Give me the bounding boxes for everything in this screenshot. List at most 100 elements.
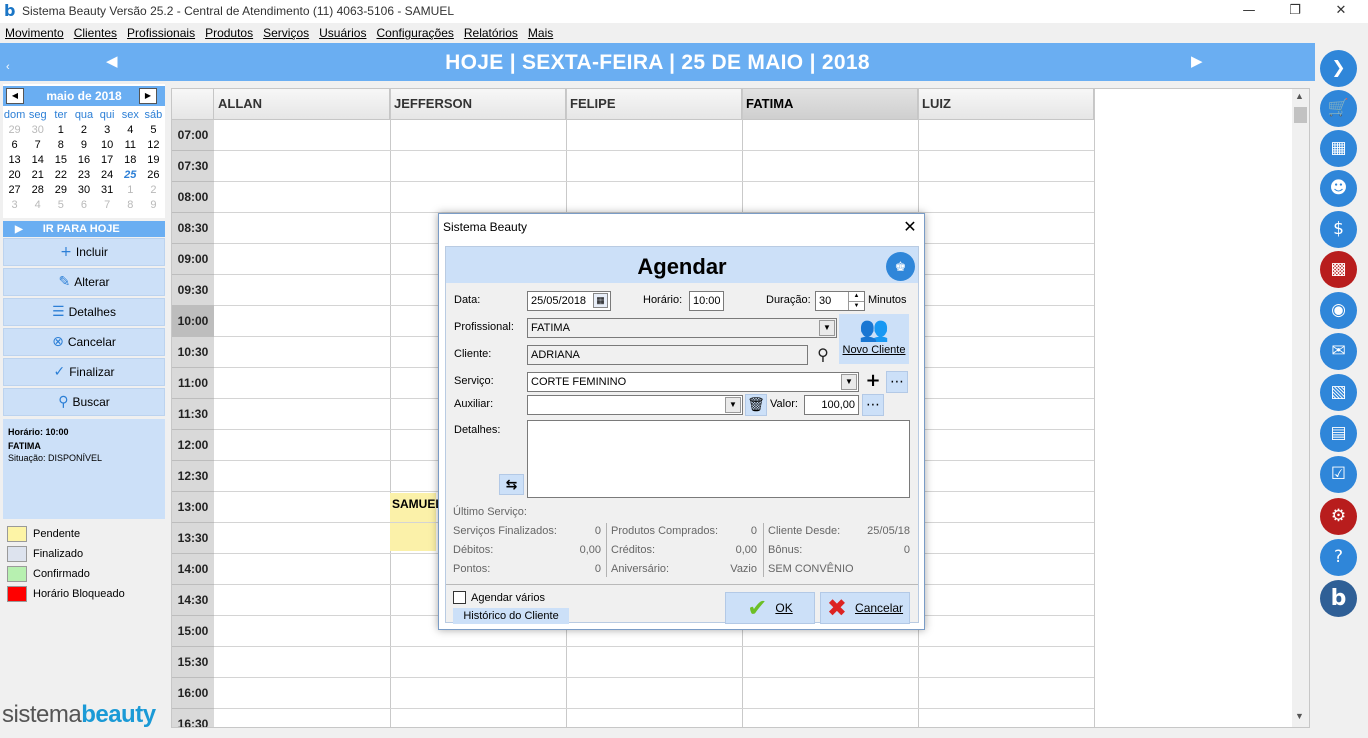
horario-field[interactable]: 10:00	[689, 291, 724, 311]
document-icon[interactable]: ▤	[1320, 415, 1357, 452]
vertical-scrollbar[interactable]: ▲ ▼	[1292, 89, 1309, 727]
arrow-right-icon[interactable]: ❯	[1320, 50, 1357, 87]
checklist-icon[interactable]: ☑	[1320, 456, 1357, 493]
calendar-day[interactable]: 30	[26, 123, 49, 138]
column-header-fatima[interactable]: FATIMA	[742, 89, 918, 120]
calendar-day[interactable]: 16	[72, 153, 95, 168]
calendar-day[interactable]: 23	[72, 168, 95, 183]
column-header-luiz[interactable]: LUIZ	[918, 89, 1094, 120]
column-header-allan[interactable]: ALLAN	[214, 89, 390, 120]
calendar-day[interactable]: 1	[119, 183, 142, 198]
calendar-day[interactable]: 9	[72, 138, 95, 153]
cart-icon[interactable]: 🛒	[1320, 90, 1357, 127]
calculator-icon[interactable]: ▧	[1320, 374, 1357, 411]
menu-relatorios[interactable]: Relatórios	[459, 23, 523, 43]
calendar-day[interactable]: 7	[96, 198, 119, 213]
mail-icon[interactable]: ✉	[1320, 333, 1357, 370]
calendar-day[interactable]: 30	[72, 183, 95, 198]
column-header-felipe[interactable]: FELIPE	[566, 89, 742, 120]
agendar-varios-checkbox[interactable]	[453, 591, 466, 604]
calendar-day[interactable]: 5	[49, 198, 72, 213]
calendar-day[interactable]: 29	[49, 183, 72, 198]
remote-support-icon[interactable]: ⚙	[1320, 498, 1357, 535]
profissional-select[interactable]: FATIMA ▼	[527, 318, 837, 338]
calendar-day[interactable]: 8	[49, 138, 72, 153]
restore-icon[interactable]: ❐	[1272, 0, 1318, 23]
calendar-day-today[interactable]: 25	[119, 168, 142, 183]
calendar-day[interactable]: 8	[119, 198, 142, 213]
calendar-day[interactable]: 20	[3, 168, 26, 183]
chevron-down-icon[interactable]: ▼	[841, 374, 857, 390]
servico-select[interactable]: CORTE FEMININO ▼	[527, 372, 859, 392]
calendar-day[interactable]: 4	[119, 123, 142, 138]
detalhes-button[interactable]: ☰ Detalhes	[3, 298, 165, 326]
calendar-day[interactable]: 15	[49, 153, 72, 168]
lock-icon[interactable]: ◉	[1320, 292, 1357, 329]
dialog-close-icon[interactable]: ✕	[897, 215, 923, 239]
ok-button[interactable]: ✔ OK	[725, 592, 815, 624]
calendar-day[interactable]: 28	[26, 183, 49, 198]
calendar-icon[interactable]: ▦	[593, 293, 608, 308]
scrollbar-thumb[interactable]	[1294, 107, 1307, 123]
calendar-day[interactable]: 1	[49, 123, 72, 138]
minimize-icon[interactable]: —	[1226, 0, 1272, 23]
calendar-day[interactable]: 12	[142, 138, 165, 153]
calendar-day[interactable]: 3	[96, 123, 119, 138]
calendar-day[interactable]: 26	[142, 168, 165, 183]
calendar-day[interactable]: 11	[119, 138, 142, 153]
novo-cliente-button[interactable]: 👥 Novo Cliente	[839, 314, 909, 364]
incluir-button[interactable]: + Incluir	[3, 238, 165, 266]
calendar-day[interactable]: 24	[96, 168, 119, 183]
calendar-day[interactable]: 22	[49, 168, 72, 183]
calendar-day[interactable]: 18	[119, 153, 142, 168]
calendar-day[interactable]: 5	[142, 123, 165, 138]
column-header-jefferson[interactable]: JEFFERSON	[390, 89, 566, 120]
duracao-stepper[interactable]: 30 ▲ ▼	[815, 291, 865, 311]
chevron-down-icon[interactable]: ▼	[819, 320, 835, 336]
calendar-day[interactable]: 6	[72, 198, 95, 213]
valor-more-icon[interactable]: ⋯	[862, 394, 884, 416]
calendar-day[interactable]: 21	[26, 168, 49, 183]
users-icon[interactable]: ☻	[1320, 170, 1357, 207]
calendar-day[interactable]: 9	[142, 198, 165, 213]
calendar-day[interactable]: 31	[96, 183, 119, 198]
menu-profissionais[interactable]: Profissionais	[122, 23, 200, 43]
menu-configuracoes[interactable]: Configurações	[371, 23, 458, 43]
money-icon[interactable]: $	[1320, 211, 1357, 248]
calendar-day[interactable]: 19	[142, 153, 165, 168]
buscar-button[interactable]: ⚲ Buscar	[3, 388, 165, 416]
scroll-down-icon[interactable]: ▼	[1295, 711, 1304, 721]
next-month-icon[interactable]: ▶	[139, 88, 157, 104]
calendar-day[interactable]: 2	[72, 123, 95, 138]
calendar-day[interactable]: 3	[3, 198, 26, 213]
calendar-day[interactable]: 7	[26, 138, 49, 153]
scroll-up-icon[interactable]: ▲	[1295, 91, 1304, 101]
stepper-up-icon[interactable]: ▲	[848, 292, 864, 301]
auxiliar-select[interactable]: ▼	[527, 395, 743, 415]
calendar-day[interactable]: 2	[142, 183, 165, 198]
chevron-down-icon[interactable]: ▼	[725, 397, 741, 413]
calendar-day[interactable]: 4	[26, 198, 49, 213]
cliente-field[interactable]: ADRIANA	[527, 345, 808, 365]
group-schedule-icon[interactable]: ♚	[886, 252, 915, 281]
menu-servicos[interactable]: Serviços	[258, 23, 314, 43]
stepper-down-icon[interactable]: ▼	[848, 301, 864, 310]
close-icon[interactable]: ✕	[1318, 0, 1364, 23]
menu-clientes[interactable]: Clientes	[69, 23, 122, 43]
historico-cliente-button[interactable]: Histórico do Cliente	[453, 608, 569, 624]
finalizar-button[interactable]: ✓ Finalizar	[3, 358, 165, 386]
menu-movimento[interactable]: Movimento	[0, 23, 69, 43]
calendar-day[interactable]: 14	[26, 153, 49, 168]
servico-more-icon[interactable]: ⋯	[886, 371, 908, 393]
data-field[interactable]: 25/05/2018 ▦	[527, 291, 611, 311]
calendar-day[interactable]: 6	[3, 138, 26, 153]
cancelar-agendamento-button[interactable]: ⊗ Cancelar	[3, 328, 165, 356]
valor-field[interactable]: 100,00	[804, 395, 859, 415]
calendar-day[interactable]: 13	[3, 153, 26, 168]
add-servico-icon[interactable]: +	[862, 371, 884, 393]
cash-register-icon[interactable]: ▦	[1320, 130, 1357, 167]
menu-mais[interactable]: Mais	[523, 23, 558, 43]
prev-month-icon[interactable]: ◀	[6, 88, 24, 104]
trash-icon[interactable]: 🗑	[745, 394, 767, 416]
brand-b-icon[interactable]: b	[1320, 580, 1357, 617]
